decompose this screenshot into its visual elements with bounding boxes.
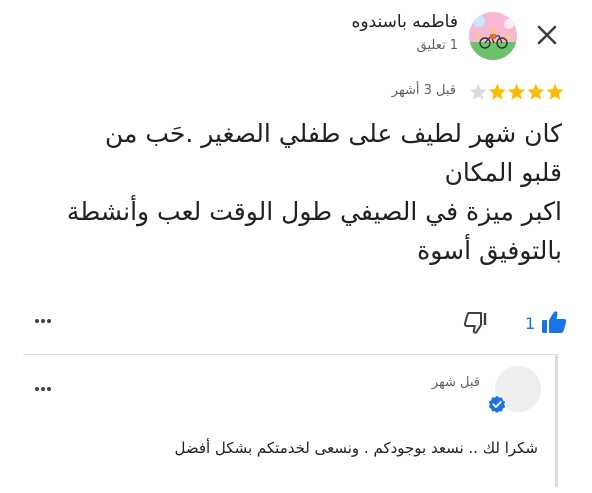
- avatar[interactable]: [469, 12, 517, 60]
- thumbs-down-icon[interactable]: [463, 311, 489, 335]
- thumbs-up-icon[interactable]: [541, 310, 567, 334]
- close-icon[interactable]: [530, 18, 564, 52]
- star-filled-icon: [508, 83, 526, 100]
- reply-time: قبل شهر: [431, 375, 480, 390]
- star-rating: [469, 83, 564, 100]
- reply-text: شكرا لك .. نسعد بوجودكم . ونسعى لخدمتكم …: [174, 439, 538, 457]
- author-name[interactable]: فاطمه باسندوه: [351, 12, 458, 32]
- more-options-icon[interactable]: [33, 313, 53, 329]
- star-empty-icon: [469, 83, 487, 100]
- star-filled-icon: [546, 83, 564, 100]
- review-text: كان شهر لطيف على طفلي الصغير .حَب من قلب…: [66, 119, 562, 265]
- avatar-illustration-icon: [469, 12, 517, 60]
- like-count: 1: [525, 314, 536, 333]
- review-time: قبل 3 أشهر: [391, 83, 456, 98]
- reply-more-options-icon[interactable]: [33, 381, 53, 397]
- owner-reply: [23, 354, 558, 487]
- verified-badge-icon: [488, 395, 506, 413]
- star-filled-icon: [488, 83, 506, 100]
- star-filled-icon: [527, 83, 545, 100]
- author-review-count: 1 تعليق: [416, 38, 458, 53]
